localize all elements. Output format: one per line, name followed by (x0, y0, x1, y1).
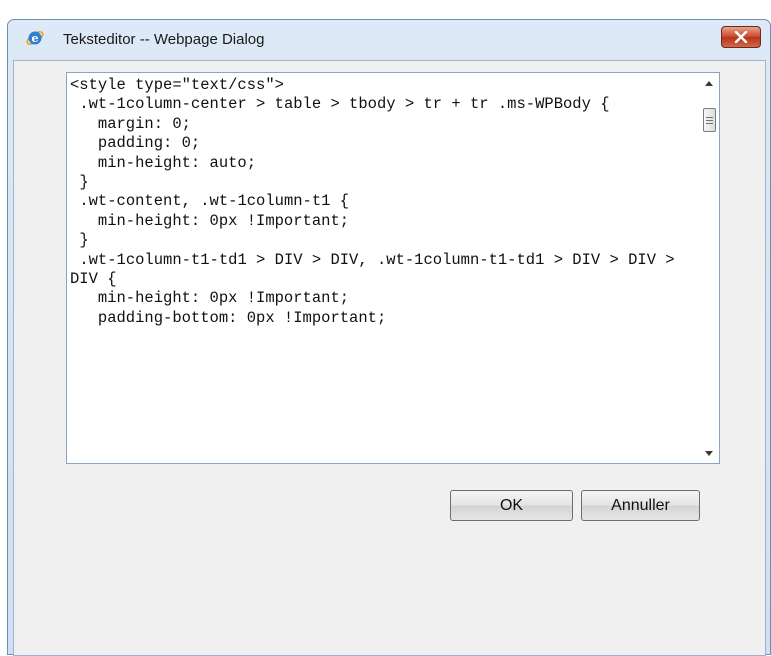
editor-content[interactable]: <style type="text/css"> .wt-1column-cent… (70, 76, 682, 328)
scrollbar-thumb[interactable] (703, 108, 716, 132)
close-button[interactable] (721, 26, 761, 48)
dialog-body: <style type="text/css"> .wt-1column-cent… (13, 60, 766, 656)
ok-button[interactable]: OK (450, 490, 573, 521)
svg-text:e: e (32, 32, 39, 45)
window-title: Teksteditor -- Webpage Dialog (63, 31, 265, 48)
dialog-window: e Teksteditor -- Webpage Dialog <style t… (7, 19, 771, 656)
text-editor[interactable]: <style type="text/css"> .wt-1column-cent… (66, 72, 720, 464)
scroll-up-button[interactable] (699, 73, 719, 93)
close-icon (734, 28, 748, 47)
scroll-down-button[interactable] (699, 443, 719, 463)
chevron-up-icon (705, 80, 713, 86)
cancel-button[interactable]: Annuller (581, 490, 700, 521)
vertical-scrollbar[interactable] (699, 73, 719, 463)
title-bar[interactable]: e Teksteditor -- Webpage Dialog (8, 20, 770, 60)
internet-explorer-icon: e (25, 28, 45, 48)
chevron-down-icon (705, 450, 713, 456)
